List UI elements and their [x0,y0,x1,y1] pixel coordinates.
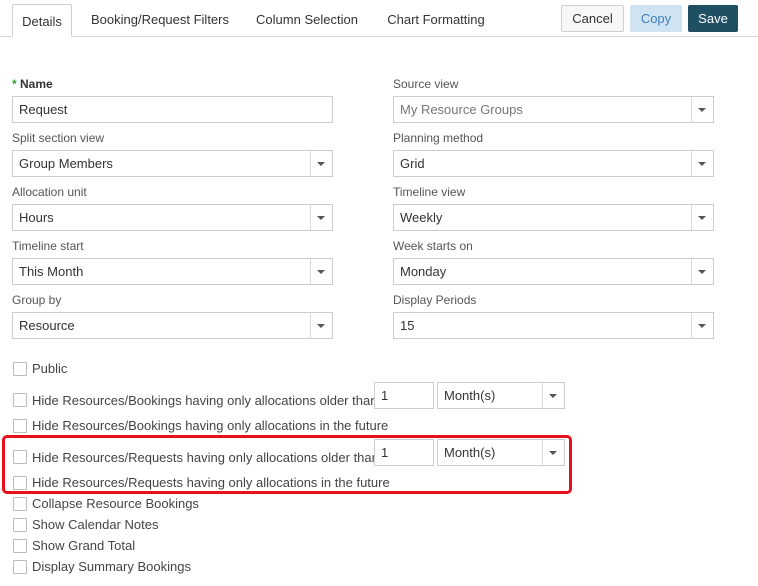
split-section-view-select[interactable]: Group Members [12,150,333,177]
show-calendar-notes-checkbox[interactable] [13,518,27,532]
show-calendar-notes-label: Show Calendar Notes [32,517,159,532]
timeline-start-select[interactable]: This Month [12,258,333,285]
display-summary-bookings-label: Display Summary Bookings [32,559,191,574]
allocation-unit-label: Allocation unit [12,185,87,199]
name-input[interactable]: Request [12,96,333,123]
split-section-view-label: Split section view [12,131,105,145]
planning-method-label: Planning method [393,131,484,145]
collapse-bookings-label: Collapse Resource Bookings [32,496,199,511]
public-label: Public [32,361,68,376]
requests-older-count-input[interactable]: 1 [374,439,434,466]
required-mark: * [12,77,17,91]
chevron-down-icon[interactable] [691,259,713,284]
copy-button[interactable]: Copy [630,5,682,32]
group-by-select[interactable]: Resource [12,312,333,339]
display-periods-label: Display Periods [393,293,477,307]
display-summary-bookings-checkbox[interactable] [13,560,27,574]
tab-details[interactable]: Details [12,4,72,37]
tab-column-selection[interactable]: Column Selection [250,0,364,37]
hide-bookings-future-label: Hide Resources/Bookings having only allo… [32,418,389,433]
save-button[interactable]: Save [688,5,738,32]
cancel-button[interactable]: Cancel [561,5,624,32]
chevron-down-icon[interactable] [691,313,713,338]
source-view-label: Source view [393,77,459,91]
hide-requests-older-label: Hide Resources/Requests having only allo… [32,450,379,465]
planning-method-select[interactable]: Grid [393,150,714,177]
hide-requests-older-checkbox[interactable] [13,450,27,464]
show-grand-total-checkbox[interactable] [13,539,27,553]
timeline-start-label: Timeline start [12,239,84,253]
tab-chart-formatting[interactable]: Chart Formatting [380,0,492,37]
chevron-down-icon[interactable] [310,205,332,230]
week-starts-on-select[interactable]: Monday [393,258,714,285]
hide-bookings-future-checkbox[interactable] [13,419,27,433]
source-view-select[interactable]: My Resource Groups [393,96,714,123]
display-periods-select[interactable]: 15 [393,312,714,339]
chevron-down-icon[interactable] [310,313,332,338]
collapse-bookings-checkbox[interactable] [13,497,27,511]
tab-booking-request-filters[interactable]: Booking/Request Filters [86,0,234,37]
hide-requests-future-checkbox[interactable] [13,476,27,490]
hide-bookings-older-label: Hide Resources/Bookings having only allo… [32,393,378,408]
allocation-unit-select[interactable]: Hours [12,204,333,231]
hide-requests-future-label: Hide Resources/Requests having only allo… [32,475,390,490]
hide-bookings-older-checkbox[interactable] [13,393,27,407]
bookings-older-count-input[interactable]: 1 [374,382,434,409]
chevron-down-icon[interactable] [542,383,564,408]
bookings-older-unit-select[interactable]: Month(s) [437,382,565,409]
public-checkbox[interactable] [13,362,27,376]
chevron-down-icon[interactable] [310,151,332,176]
chevron-down-icon[interactable] [691,205,713,230]
week-starts-on-label: Week starts on [393,239,473,253]
timeline-view-select[interactable]: Weekly [393,204,714,231]
chevron-down-icon[interactable] [691,97,713,122]
show-grand-total-label: Show Grand Total [32,538,136,553]
timeline-view-label: Timeline view [393,185,466,199]
name-label: * Name [12,77,53,91]
group-by-label: Group by [12,293,62,307]
chevron-down-icon[interactable] [691,151,713,176]
requests-older-unit-select[interactable]: Month(s) [437,439,565,466]
chevron-down-icon[interactable] [310,259,332,284]
chevron-down-icon[interactable] [542,440,564,465]
